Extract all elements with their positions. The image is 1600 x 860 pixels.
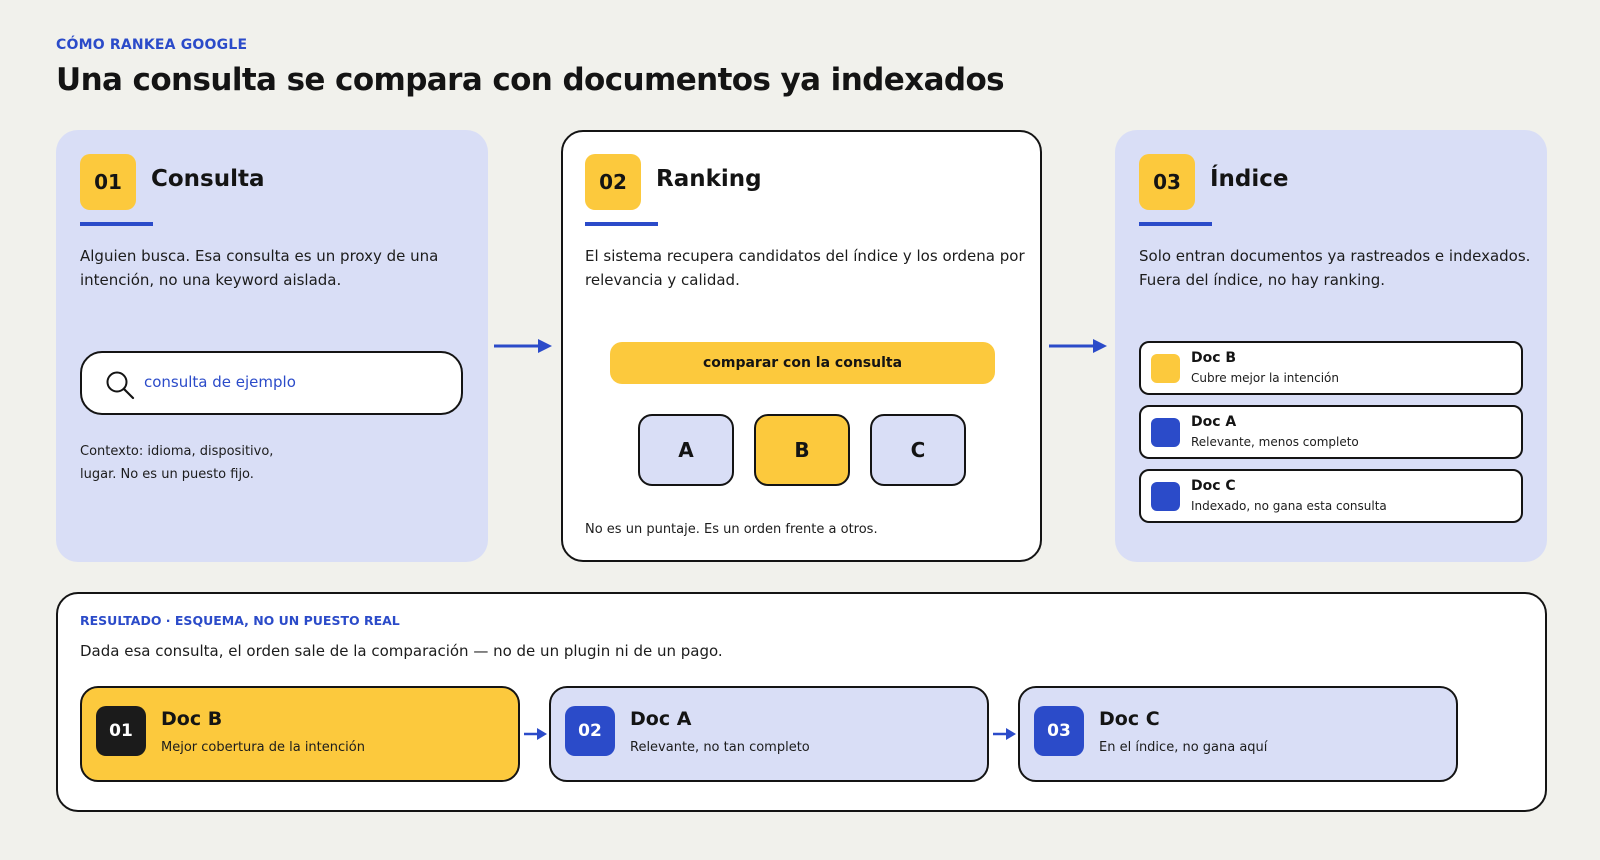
step-panel-ranking: 02 Ranking El sistema recupera candidato… <box>561 130 1042 562</box>
doc-color-swatch <box>1151 482 1180 511</box>
search-icon <box>106 371 135 400</box>
rank-doc-name: Doc B <box>161 708 223 730</box>
candidate-a: A <box>638 414 734 486</box>
step-description: Solo entran documentos ya rastreados e i… <box>1139 247 1531 289</box>
doc-color-swatch <box>1151 354 1180 383</box>
rank-number-badge: 01 <box>96 706 146 756</box>
doc-name: Doc B <box>1191 350 1237 366</box>
rank-doc-subtitle: En el índice, no gana aquí <box>1099 740 1268 755</box>
doc-name: Doc C <box>1191 478 1236 494</box>
compare-button[interactable]: comparar con la consulta <box>610 342 995 384</box>
result-card-3: 03 Doc C En el índice, no gana aquí <box>1018 686 1458 782</box>
doc-subtitle: Indexado, no gana esta consulta <box>1191 499 1387 513</box>
result-card-2: 02 Doc A Relevante, no tan completo <box>549 686 989 782</box>
step-number-badge: 03 <box>1139 154 1195 210</box>
step-description: El sistema recupera candidatos del índic… <box>585 247 1025 289</box>
result-description: Dada esa consulta, el orden sale de la c… <box>80 642 723 660</box>
result-arrow-icon <box>524 728 547 740</box>
rank-doc-name: Doc C <box>1099 708 1160 730</box>
result-card-1: 01 Doc B Mejor cobertura de la intención <box>80 686 520 782</box>
doc-color-swatch <box>1151 418 1180 447</box>
index-doc-row: Doc B Cubre mejor la intención <box>1139 341 1523 395</box>
rank-doc-name: Doc A <box>630 708 692 730</box>
eyebrow: CÓMO RANKEA GOOGLE <box>56 37 248 53</box>
rank-doc-subtitle: Mejor cobertura de la intención <box>161 740 365 755</box>
index-doc-row: Doc A Relevante, menos completo <box>1139 405 1523 459</box>
step-panel-indice: 03 Índice Solo entran documentos ya rast… <box>1115 130 1547 562</box>
page-title: Una consulta se compara con documentos y… <box>56 62 1005 98</box>
rank-number-badge: 02 <box>565 706 615 756</box>
step-title: Ranking <box>656 166 762 192</box>
candidate-c: C <box>870 414 966 486</box>
doc-subtitle: Cubre mejor la intención <box>1191 371 1339 385</box>
step-title: Consulta <box>151 166 265 192</box>
step-number-badge: 02 <box>585 154 641 210</box>
index-doc-row: Doc C Indexado, no gana esta consulta <box>1139 469 1523 523</box>
step-title: Índice <box>1210 166 1289 192</box>
flow-arrow-icon <box>1049 339 1107 353</box>
step-panel-consulta: 01 Consulta Alguien busca. Esa consulta … <box>56 130 488 562</box>
context-note: Contexto: idioma, dispositivo, lugar. No… <box>80 444 274 482</box>
result-panel: RESULTADO · ESQUEMA, NO UN PUESTO REAL D… <box>56 592 1547 812</box>
title-underline <box>585 222 658 226</box>
ranking-note: No es un puntaje. Es un orden frente a o… <box>585 522 878 537</box>
step-number-badge: 01 <box>80 154 136 210</box>
title-underline <box>80 222 153 226</box>
rank-doc-subtitle: Relevante, no tan completo <box>630 740 810 755</box>
result-tag: RESULTADO · ESQUEMA, NO UN PUESTO REAL <box>80 613 400 628</box>
flow-arrow-icon <box>494 339 552 353</box>
step-description: Alguien busca. Esa consulta es un proxy … <box>80 247 439 289</box>
result-arrow-icon <box>993 728 1016 740</box>
doc-name: Doc A <box>1191 414 1237 430</box>
rank-number-badge: 03 <box>1034 706 1084 756</box>
search-query-text: consulta de ejemplo <box>144 373 296 391</box>
search-box[interactable]: consulta de ejemplo <box>80 351 463 415</box>
title-underline <box>1139 222 1212 226</box>
candidate-b: B <box>754 414 850 486</box>
doc-subtitle: Relevante, menos completo <box>1191 435 1359 449</box>
